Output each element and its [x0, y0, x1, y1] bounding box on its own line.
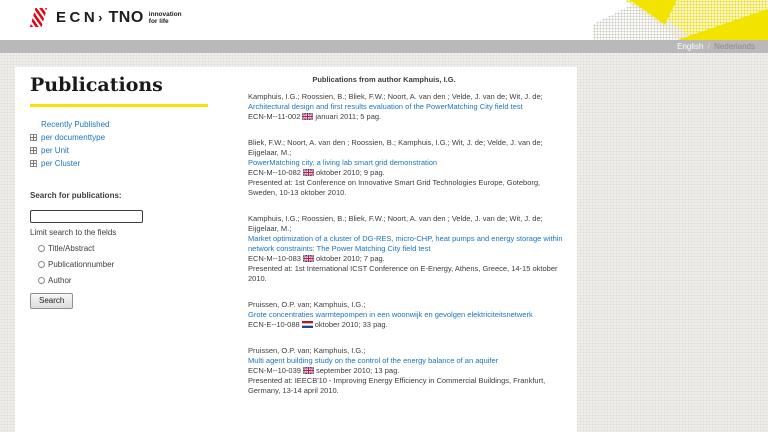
radio-option-publicationnumber[interactable]: Publicationnumber: [38, 260, 248, 269]
publication-number: ECN-E--10-088: [248, 320, 300, 329]
publication-title-link[interactable]: Architectural design and first results e…: [248, 102, 564, 112]
publication-title-link[interactable]: Grote concentraties warmtepompen in een …: [248, 310, 564, 320]
publication-meta: ECN-M--10-082 oktober 2010; 9 pag.: [248, 168, 564, 178]
publication-meta: ECN-E--10-088 oktober 2010; 33 pag.: [248, 320, 564, 330]
publication-entry: Pruissen, O.P. van; Kamphuis, I.G.; Mult…: [248, 346, 564, 396]
search-field-options: Title/Abstract Publicationnumber Author: [30, 244, 248, 285]
sidebar-nav: Recently Published per documenttype per …: [30, 118, 248, 170]
publication-meta: ECN-M--10-039 september 2010; 13 pag.: [248, 366, 564, 376]
publication-title-link[interactable]: PowerMatching city, a living lab smart g…: [248, 158, 564, 168]
publication-authors: Kamphuis, I.G.; Roossien, B.; Bliek, F.W…: [248, 92, 564, 102]
limit-fields-label: Limit search to the fields: [30, 228, 248, 237]
publication-entry: Pruissen, O.P. van; Kamphuis, I.G.; Grot…: [248, 300, 564, 330]
language-english[interactable]: English: [677, 42, 703, 51]
publication-entry: Kamphuis, I.G.; Roossien, B.; Bliek, F.W…: [248, 214, 564, 284]
publications-list: Kamphuis, I.G.; Roossien, B.; Bliek, F.W…: [248, 92, 567, 396]
publication-date-pages: oktober 2010; 7 pag.: [316, 254, 385, 263]
title-underline: [30, 104, 208, 107]
content-panel: Publications Recently Published per docu…: [15, 67, 577, 432]
publication-number: ECN-M--10-039: [248, 366, 301, 375]
sidebar-item-per-cluster[interactable]: per Cluster: [30, 157, 248, 170]
search-button[interactable]: Search: [30, 293, 73, 309]
radio-option-title-abstract[interactable]: Title/Abstract: [38, 244, 248, 253]
sidebar-nav-link[interactable]: Recently Published: [41, 120, 109, 129]
search-input[interactable]: [30, 210, 143, 223]
flag-uk-icon: [302, 113, 313, 120]
results-title: Publications from author Kamphuis, I.G.: [248, 75, 520, 85]
header: ECN › TNO innovation for life: [0, 0, 768, 40]
page-title: Publications: [30, 73, 248, 97]
flag-nl-icon: [302, 321, 313, 328]
publication-date-pages: januari 2011; 5 pag.: [315, 112, 381, 121]
sidebar-item-per-documenttype[interactable]: per documenttype: [30, 131, 248, 144]
ecn-tno-logo[interactable]: ECN › TNO innovation for life: [30, 8, 182, 27]
logo-chevron-icon: ›: [98, 10, 102, 25]
flag-uk-icon: [303, 169, 314, 176]
publication-number: ECN-M--10-082: [248, 168, 301, 177]
sidebar-item-recently-published[interactable]: Recently Published: [30, 118, 248, 131]
publication-presented-at: Presented at: 1st Conference on Innovati…: [248, 178, 564, 198]
publication-number: ECN-M--10-083: [248, 254, 301, 263]
radio-option-label: Title/Abstract: [48, 244, 94, 253]
publication-authors: Kamphuis, I.G.; Roossien, B.; Bliek, F.W…: [248, 214, 564, 234]
ecn-logo-icon: [30, 8, 47, 27]
expand-plus-icon[interactable]: [30, 160, 37, 167]
sidebar-nav-link[interactable]: per documenttype: [41, 133, 105, 142]
radio-option-label: Author: [48, 276, 72, 285]
publication-authors: Bliek, F.W.; Noort, A. van den ; Roossie…: [248, 138, 564, 158]
radio-option-label: Publicationnumber: [48, 260, 114, 269]
expand-plus-icon[interactable]: [30, 147, 37, 154]
search-label: Search for publications:: [30, 191, 248, 200]
language-bar: English / Nederlands: [0, 40, 768, 53]
sidebar-nav-link[interactable]: per Cluster: [41, 159, 80, 168]
publication-date-pages: oktober 2010; 33 pag.: [315, 320, 388, 329]
publication-date-pages: september 2010; 13 pag.: [316, 366, 399, 375]
flag-uk-icon: [303, 367, 314, 374]
sidebar-item-per-unit[interactable]: per Unit: [30, 144, 248, 157]
sidebar-nav-link[interactable]: per Unit: [41, 146, 69, 155]
publication-date-pages: oktober 2010; 9 pag.: [316, 168, 385, 177]
language-nederlands[interactable]: Nederlands: [714, 42, 755, 51]
radio-button-icon[interactable]: [38, 261, 45, 268]
publication-authors: Pruissen, O.P. van; Kamphuis, I.G.;: [248, 346, 564, 356]
publication-title-link[interactable]: Multi agent building study on the contro…: [248, 356, 564, 366]
radio-option-author[interactable]: Author: [38, 276, 248, 285]
results-area: Publications from author Kamphuis, I.G. …: [248, 67, 577, 432]
publication-meta: ECN-M--11-002 januari 2011; 5 pag.: [248, 112, 564, 122]
expand-plus-icon[interactable]: [30, 134, 37, 141]
publication-meta: ECN-M--10-083 oktober 2010; 7 pag.: [248, 254, 564, 264]
publication-presented-at: Presented at: IEECB'10 - Improving Energ…: [248, 376, 564, 396]
publication-presented-at: Presented at: 1st International ICST Con…: [248, 264, 564, 284]
radio-button-icon[interactable]: [38, 245, 45, 252]
language-separator: /: [708, 42, 710, 51]
corner-decoration: [593, 0, 768, 40]
publication-authors: Pruissen, O.P. van; Kamphuis, I.G.;: [248, 300, 564, 310]
page: ECN › TNO innovation for life English / …: [0, 0, 768, 432]
radio-button-icon[interactable]: [38, 277, 45, 284]
publication-number: ECN-M--11-002: [248, 112, 300, 121]
publication-entry: Kamphuis, I.G.; Roossien, B.; Bliek, F.W…: [248, 92, 564, 122]
ecn-logo-text: ECN: [56, 9, 98, 26]
tno-tagline: innovation for life: [149, 11, 182, 25]
publication-entry: Bliek, F.W.; Noort, A. van den ; Roossie…: [248, 138, 564, 198]
sidebar: Publications Recently Published per docu…: [15, 67, 248, 432]
tno-logo-text: TNO: [109, 9, 144, 27]
flag-uk-icon: [303, 255, 314, 262]
publication-title-link[interactable]: Market optimization of a cluster of DG-R…: [248, 234, 564, 254]
